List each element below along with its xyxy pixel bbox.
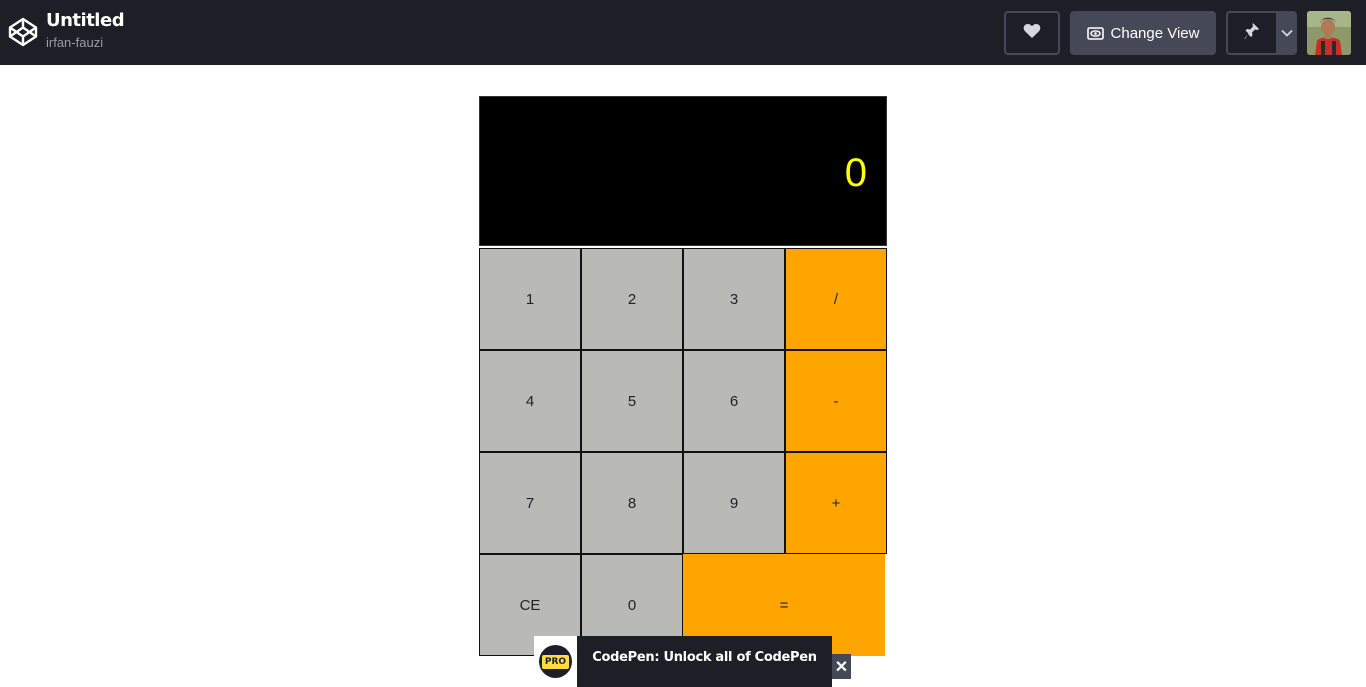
key-7[interactable]: 7 <box>479 452 581 554</box>
key-9[interactable]: 9 <box>683 452 785 554</box>
pro-badge-icon: PRO <box>539 645 572 678</box>
change-view-button[interactable]: Change View <box>1070 11 1216 55</box>
key-2[interactable]: 2 <box>581 248 683 350</box>
top-bar: Untitled irfan-fauzi Change View <box>0 0 1366 65</box>
key-plus[interactable]: + <box>785 452 887 554</box>
user-avatar[interactable] <box>1307 11 1351 55</box>
like-button[interactable] <box>1004 11 1060 55</box>
pen-title[interactable]: Untitled <box>46 10 125 32</box>
key-divide[interactable]: / <box>785 248 887 350</box>
pen-author[interactable]: irfan-fauzi <box>46 34 124 52</box>
change-view-label: Change View <box>1110 24 1200 42</box>
key-8[interactable]: 8 <box>581 452 683 554</box>
key-6[interactable]: 6 <box>683 350 785 452</box>
eye-icon <box>1086 26 1104 40</box>
pin-button[interactable] <box>1226 11 1276 55</box>
close-icon[interactable]: ✕ <box>832 654 851 679</box>
pro-badge: PRO <box>534 636 577 687</box>
pen-title-block: Untitled irfan-fauzi <box>46 10 125 52</box>
pin-icon <box>1244 22 1260 45</box>
key-5[interactable]: 5 <box>581 350 683 452</box>
pro-badge-label: PRO <box>541 654 570 669</box>
calculator-display: 0 <box>479 96 887 246</box>
promo-text[interactable]: CodePen: Unlock all of CodePen <box>577 636 832 687</box>
key-4[interactable]: 4 <box>479 350 581 452</box>
key-3[interactable]: 3 <box>683 248 785 350</box>
key-1[interactable]: 1 <box>479 248 581 350</box>
key-minus[interactable]: - <box>785 350 887 452</box>
heart-icon <box>1023 23 1041 44</box>
pin-menu-button[interactable] <box>1276 11 1297 55</box>
codepen-pro-promo[interactable]: PRO CodePen: Unlock all of CodePen <box>534 636 832 687</box>
display-value: 0 <box>844 151 867 195</box>
codepen-logo-icon[interactable] <box>8 17 38 47</box>
chevron-down-icon <box>1280 24 1293 42</box>
